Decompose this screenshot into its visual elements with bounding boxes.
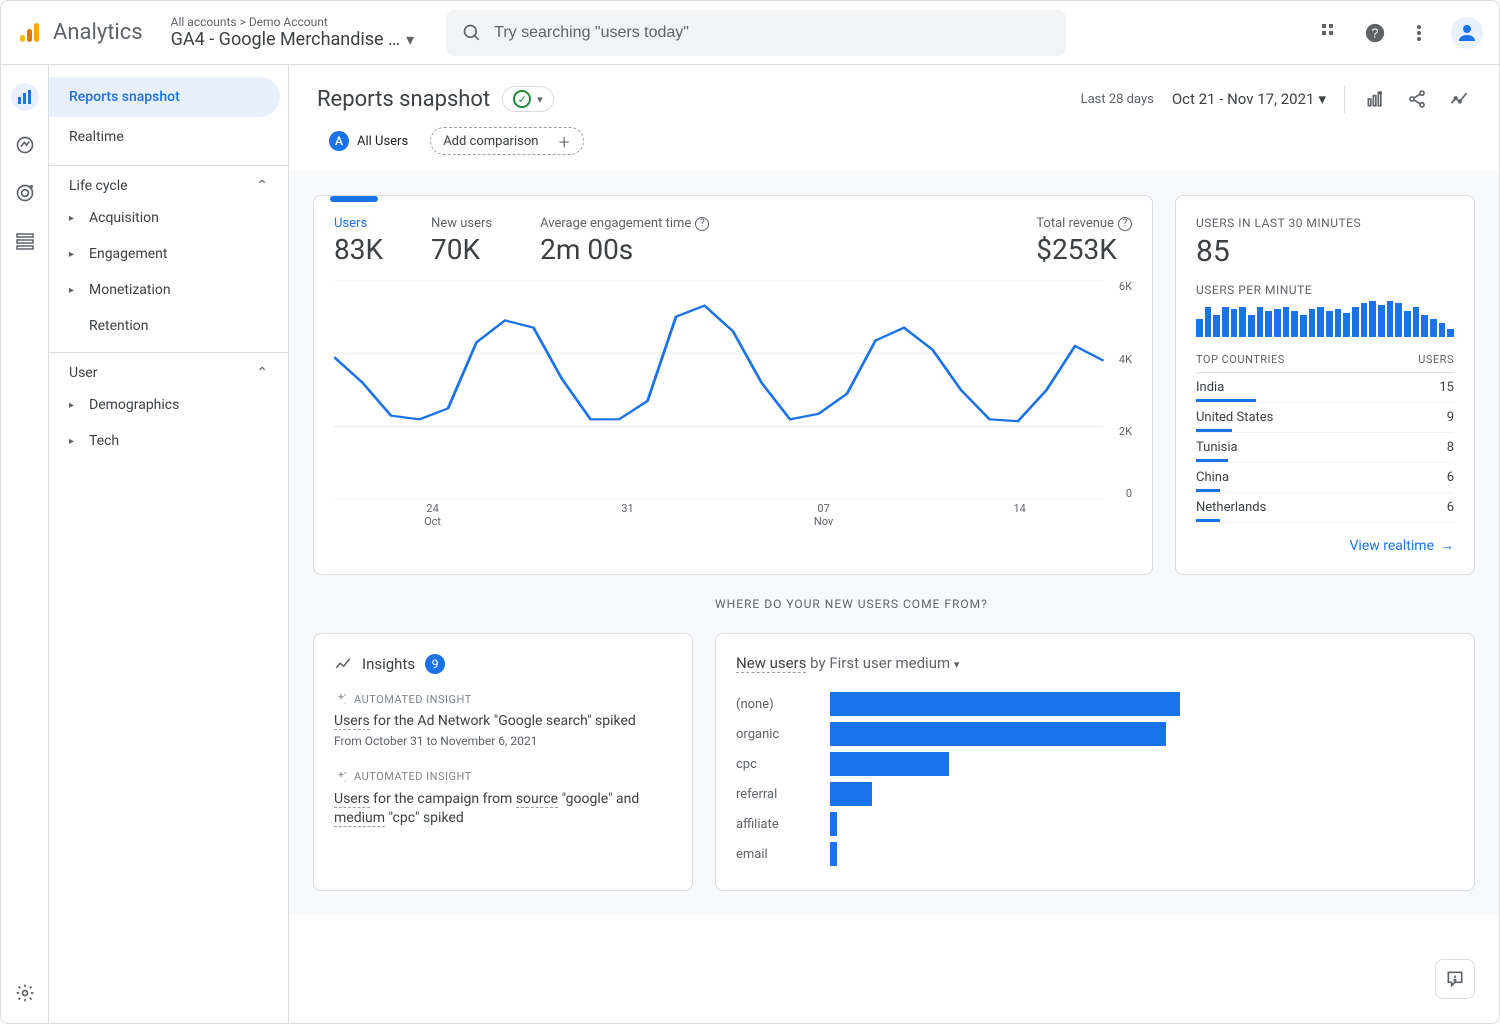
customize-icon[interactable] <box>1363 87 1387 111</box>
users-line-chart: 6K 4K 2K 0 <box>334 280 1132 500</box>
sidenav-item-reports-snapshot[interactable]: Reports snapshot <box>49 77 280 117</box>
insights-icon[interactable] <box>1447 87 1471 111</box>
segment-label: All Users <box>357 134 408 149</box>
insights-spark-icon <box>334 655 352 673</box>
breadcrumb[interactable]: All accounts > Demo Account <box>171 15 414 29</box>
channel-bar-row: (none) <box>736 690 1454 718</box>
section-header: WHERE DO YOUR NEW USERS COME FROM? <box>715 597 1475 611</box>
property-selector[interactable]: GA4 - Google Merchandise … ▾ <box>171 29 414 50</box>
top-countries-header: TOP COUNTRIES <box>1196 353 1285 366</box>
caret-down-icon: ▾ <box>406 30 414 49</box>
users-per-min-label: USERS PER MINUTE <box>1196 283 1454 297</box>
segment-all-users[interactable]: AAll Users <box>317 127 420 155</box>
channel-bar-row: affiliate <box>736 810 1454 838</box>
nav-rail <box>1 65 49 1023</box>
insight-item[interactable]: AUTOMATED INSIGHTUsers for the campaign … <box>334 770 672 829</box>
insights-card: Insights 9 AUTOMATED INSIGHTUsers for th… <box>313 633 693 891</box>
more-icon[interactable] <box>1407 21 1431 45</box>
date-range-text: Oct 21 - Nov 17, 2021 <box>1172 90 1315 108</box>
svg-text:?: ? <box>1371 25 1378 40</box>
share-icon[interactable] <box>1405 87 1429 111</box>
status-chip[interactable]: ✓ ▾ <box>502 86 554 112</box>
view-realtime-link[interactable]: View realtime→ <box>1196 537 1454 554</box>
caret-down-icon: ▾ <box>954 658 960 671</box>
date-prefix: Last 28 days <box>1081 92 1154 107</box>
sparkle-icon <box>334 692 348 706</box>
realtime-card: USERS IN LAST 30 MINUTES 85 USERS PER MI… <box>1175 195 1475 575</box>
metric-average-engagement-time: Average engagement time ?2m 00s <box>540 216 709 266</box>
channel-bar-row: email <box>736 840 1454 868</box>
property-name: GA4 - Google Merchandise … <box>171 29 400 50</box>
sidenav-section-user[interactable]: User⌃ <box>49 352 288 387</box>
insight-item[interactable]: AUTOMATED INSIGHTUsers for the Ad Networ… <box>334 692 672 748</box>
chevron-up-icon: ⌃ <box>256 365 268 381</box>
plus-icon: ＋ <box>558 132 571 151</box>
sidenav-section-life-cycle[interactable]: Life cycle⌃ <box>49 165 288 200</box>
main-content: Reports snapshot ✓ ▾ Last 28 days Oct 21… <box>289 65 1499 1023</box>
users-per-min-sparkbar <box>1196 301 1454 337</box>
acquisition-card: New users by First user medium ▾ (none)o… <box>715 633 1475 891</box>
sidenav-item-realtime[interactable]: Realtime <box>49 117 280 157</box>
feedback-button[interactable] <box>1435 959 1475 999</box>
caret-down-icon: ▾ <box>1318 90 1326 108</box>
insights-title: Insights <box>362 655 415 673</box>
rail-configure-icon[interactable] <box>11 227 39 255</box>
sidenav-item-engagement[interactable]: ▸Engagement <box>49 236 288 272</box>
apps-icon[interactable] <box>1319 21 1343 45</box>
search-input[interactable] <box>494 24 1050 42</box>
caret-down-icon: ▾ <box>537 93 543 106</box>
sidenav-item-acquisition[interactable]: ▸Acquisition <box>49 200 288 236</box>
metric-new-users: New users70K <box>431 216 492 266</box>
users-header: USERS <box>1418 353 1454 366</box>
analytics-logo-icon <box>17 21 41 45</box>
realtime-title: USERS IN LAST 30 MINUTES <box>1196 216 1454 230</box>
sidenav-item-retention[interactable]: Retention <box>49 308 288 344</box>
sidenav-item-monetization[interactable]: ▸Monetization <box>49 272 288 308</box>
help-icon[interactable]: ? <box>1363 21 1387 45</box>
check-icon: ✓ <box>513 90 531 108</box>
arrow-right-icon: → <box>1440 537 1454 554</box>
help-icon[interactable]: ? <box>1118 217 1132 231</box>
metric-users[interactable]: Users83K <box>334 216 383 266</box>
country-row[interactable]: Tunisia8 <box>1196 433 1454 463</box>
country-row[interactable]: United States9 <box>1196 403 1454 433</box>
realtime-users-value: 85 <box>1196 234 1454 269</box>
add-comparison-button[interactable]: Add comparison ＋ <box>430 127 583 155</box>
date-range-picker[interactable]: Oct 21 - Nov 17, 2021▾ <box>1172 90 1326 108</box>
sparkle-icon <box>334 770 348 784</box>
rail-explore-icon[interactable] <box>11 131 39 159</box>
search-icon <box>462 23 482 43</box>
overview-card: Users83K New users70K Average engagement t… <box>313 195 1153 575</box>
country-row[interactable]: China6 <box>1196 463 1454 493</box>
chevron-up-icon: ⌃ <box>256 178 268 194</box>
sidenav-item-demographics[interactable]: ▸Demographics <box>49 387 288 423</box>
acquisition-dimension-selector[interactable]: New users by First user medium ▾ <box>736 654 1454 672</box>
country-row[interactable]: India15 <box>1196 373 1454 403</box>
rail-reports-icon[interactable] <box>11 83 39 111</box>
side-nav: Reports snapshotRealtime Life cycle⌃▸Acq… <box>49 65 289 1023</box>
channel-bar-row: organic <box>736 720 1454 748</box>
acquisition-bar-chart: (none)organiccpcreferralaffiliateemail <box>736 690 1454 868</box>
rail-advertising-icon[interactable] <box>11 179 39 207</box>
channel-bar-row: cpc <box>736 750 1454 778</box>
sidenav-item-tech[interactable]: ▸Tech <box>49 423 288 459</box>
topbar: Analytics All accounts > Demo Account GA… <box>1 1 1499 65</box>
insights-count-badge: 9 <box>425 654 445 674</box>
metric-total-revenue: Total revenue ?$253K <box>1036 216 1132 266</box>
help-icon[interactable]: ? <box>695 217 709 231</box>
rail-admin-icon[interactable] <box>11 979 39 1007</box>
product-logo-block: Analytics <box>17 20 143 45</box>
account-avatar[interactable] <box>1451 17 1483 49</box>
product-name: Analytics <box>53 20 143 45</box>
page-title: Reports snapshot <box>317 87 490 112</box>
country-row[interactable]: Netherlands6 <box>1196 493 1454 523</box>
add-comparison-label: Add comparison <box>443 134 538 149</box>
channel-bar-row: referral <box>736 780 1454 808</box>
search-box[interactable] <box>446 10 1066 56</box>
